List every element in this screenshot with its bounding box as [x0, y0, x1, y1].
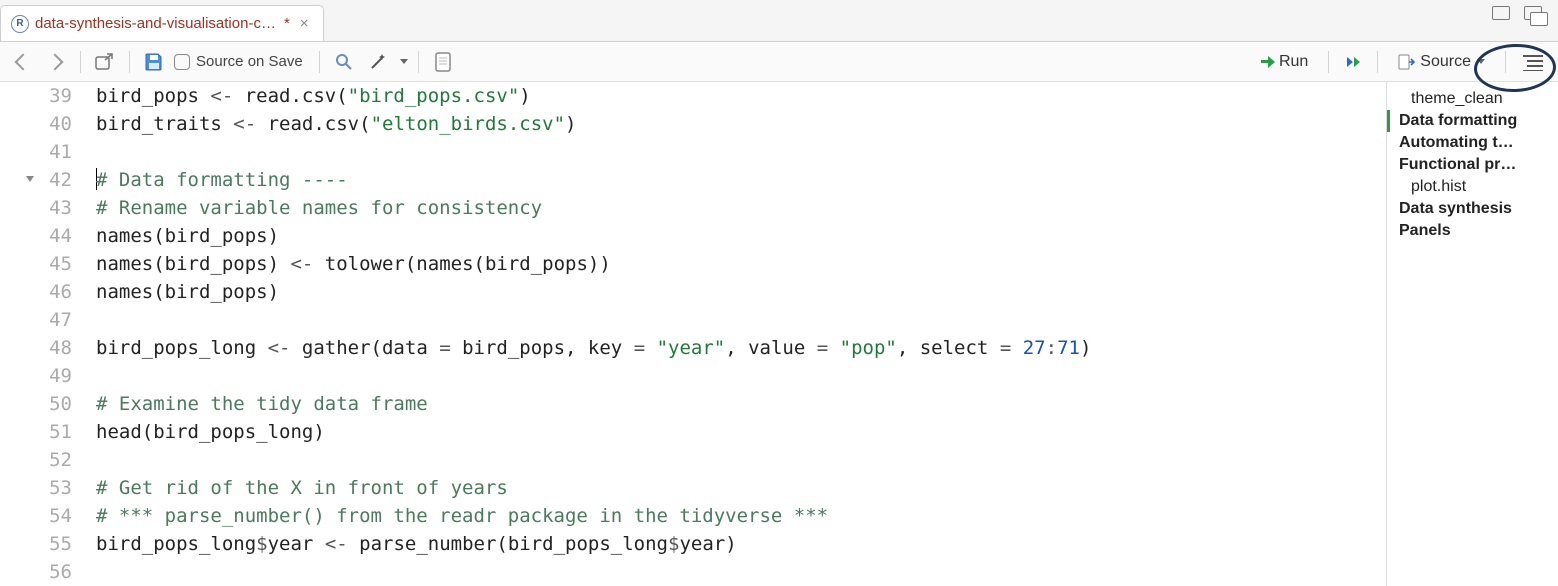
nav-forward-button[interactable]	[42, 48, 70, 76]
line-number: 39	[0, 82, 72, 110]
code-line[interactable]: bird_pops_long <- gather(data = bird_pop…	[96, 334, 1386, 362]
close-tab-icon[interactable]: ×	[300, 15, 309, 32]
find-replace-button[interactable]	[330, 48, 358, 76]
line-number: 56	[0, 558, 72, 586]
rerun-button[interactable]	[1339, 48, 1367, 76]
tab-bar: R data-synthesis-and-visualisation-c… * …	[0, 0, 1558, 42]
line-number: 45	[0, 250, 72, 278]
outline-section[interactable]: Data formatting	[1395, 110, 1550, 132]
save-button[interactable]	[140, 48, 168, 76]
source-button[interactable]: Source	[1388, 48, 1495, 76]
code-line[interactable]: names(bird_pops)	[96, 222, 1386, 250]
r-file-icon: R	[11, 15, 29, 33]
code-line[interactable]	[96, 306, 1386, 334]
outline-function[interactable]: theme_clean	[1395, 88, 1550, 110]
source-label: Source	[1420, 53, 1471, 71]
code-tools-dropdown-icon[interactable]	[400, 59, 408, 64]
code-line[interactable]: # Rename variable names for consistency	[96, 194, 1386, 222]
line-number: 40	[0, 110, 72, 138]
outline-current-marker	[1387, 110, 1390, 132]
run-arrow-icon	[1261, 56, 1275, 68]
popout-button[interactable]	[91, 48, 119, 76]
code-line[interactable]: bird_pops_long$year <- parse_number(bird…	[96, 530, 1386, 558]
arrow-left-icon	[13, 53, 31, 71]
maximize-pane-icon[interactable]	[1522, 6, 1552, 30]
fold-indicator-icon[interactable]	[26, 176, 34, 182]
editor-main: 394041424344454647484950515253545556 bir…	[0, 82, 1558, 586]
line-number: 55	[0, 530, 72, 558]
unsaved-indicator: *	[284, 15, 290, 32]
code-line[interactable]	[96, 138, 1386, 166]
line-number-gutter: 394041424344454647484950515253545556	[0, 82, 88, 586]
toolbar-separator	[129, 51, 130, 73]
code-line[interactable]: names(bird_pops)	[96, 278, 1386, 306]
toolbar-separator	[1377, 51, 1378, 73]
run-label: Run	[1279, 53, 1308, 71]
editor-area[interactable]: 394041424344454647484950515253545556 bir…	[0, 82, 1386, 586]
run-button[interactable]: Run	[1251, 48, 1318, 76]
code-line[interactable]: bird_traits <- read.csv("elton_birds.csv…	[96, 110, 1386, 138]
code-line[interactable]: head(bird_pops_long)	[96, 418, 1386, 446]
source-dropdown-icon[interactable]	[1477, 59, 1485, 64]
toolbar-separator	[1505, 51, 1506, 73]
outline-function[interactable]: plot.hist	[1395, 176, 1550, 198]
rerun-icon	[1347, 57, 1360, 67]
line-number: 51	[0, 418, 72, 446]
toolbar-separator	[80, 51, 81, 73]
toggle-outline-button[interactable]	[1516, 48, 1550, 76]
line-number: 41	[0, 138, 72, 166]
toolbar-separator	[319, 51, 320, 73]
line-number: 52	[0, 446, 72, 474]
line-number: 47	[0, 306, 72, 334]
pane-window-controls	[1490, 6, 1552, 30]
document-outline: theme_cleanData formattingAutomating t…F…	[1386, 82, 1558, 586]
code-line[interactable]	[96, 446, 1386, 474]
code-line[interactable]: # Data formatting ----	[96, 166, 1386, 194]
code-line[interactable]: names(bird_pops) <- tolower(names(bird_p…	[96, 250, 1386, 278]
outline-section[interactable]: Panels	[1395, 220, 1550, 242]
outline-section[interactable]: Functional pr…	[1395, 154, 1550, 176]
file-tab-title: data-synthesis-and-visualisation-c…	[35, 15, 276, 32]
line-number: 43	[0, 194, 72, 222]
code-line[interactable]: # *** parse_number() from the readr pack…	[96, 502, 1386, 530]
code-line[interactable]: # Get rid of the X in front of years	[96, 474, 1386, 502]
code-line[interactable]	[96, 362, 1386, 390]
line-number: 49	[0, 362, 72, 390]
source-on-save-toggle[interactable]: Source on Save	[174, 53, 309, 70]
minimize-pane-icon[interactable]	[1490, 6, 1520, 30]
line-number: 50	[0, 390, 72, 418]
line-number: 54	[0, 502, 72, 530]
checkbox-icon	[174, 54, 190, 70]
toolbar-separator	[1328, 51, 1329, 73]
source-on-save-label: Source on Save	[196, 53, 303, 70]
code-line[interactable]: bird_pops <- read.csv("bird_pops.csv")	[96, 82, 1386, 110]
line-number: 48	[0, 334, 72, 362]
line-number: 44	[0, 222, 72, 250]
outline-section[interactable]: Data synthesis	[1395, 198, 1550, 220]
source-icon	[1398, 54, 1416, 70]
outline-section[interactable]: Automating t…	[1395, 132, 1550, 154]
nav-back-button[interactable]	[8, 48, 36, 76]
editor-toolbar: Source on Save Run Source	[0, 42, 1558, 82]
code-editor[interactable]: bird_pops <- read.csv("bird_pops.csv")bi…	[88, 82, 1386, 586]
compile-report-button[interactable]	[429, 48, 457, 76]
line-number: 46	[0, 278, 72, 306]
code-line[interactable]: # Examine the tidy data frame	[96, 390, 1386, 418]
code-line[interactable]	[96, 558, 1386, 586]
arrow-right-icon	[47, 53, 65, 71]
code-tools-button[interactable]	[364, 48, 392, 76]
toolbar-separator	[418, 51, 419, 73]
file-tab[interactable]: R data-synthesis-and-visualisation-c… * …	[0, 5, 324, 41]
line-number: 42	[0, 166, 72, 194]
line-number: 53	[0, 474, 72, 502]
